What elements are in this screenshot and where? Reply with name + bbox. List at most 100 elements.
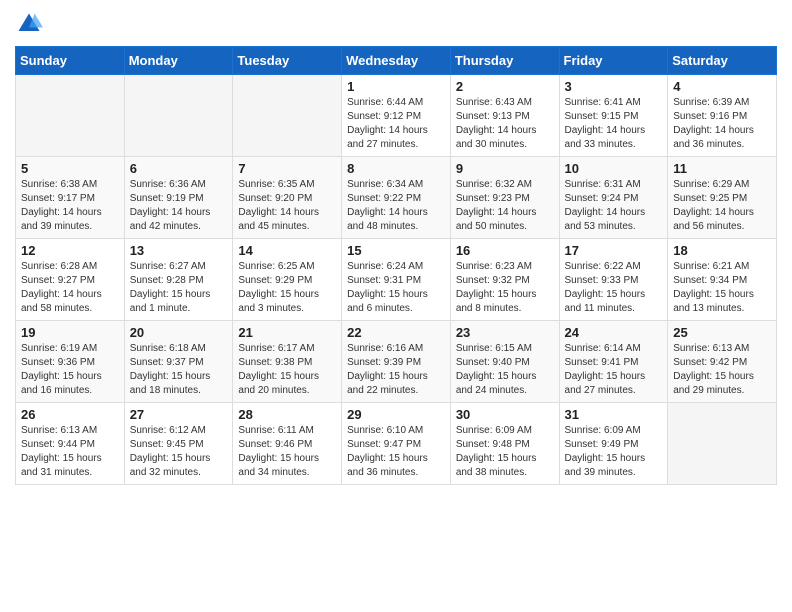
day-info: Sunrise: 6:39 AM Sunset: 9:16 PM Dayligh… xyxy=(673,96,771,152)
calendar-cell: 31 Sunrise: 6:09 AM Sunset: 9:49 PM Dayli… xyxy=(559,403,668,485)
day-number: 12 xyxy=(21,243,119,258)
day-info: Sunrise: 6:41 AM Sunset: 9:15 PM Dayligh… xyxy=(565,96,663,152)
day-number: 6 xyxy=(130,161,228,176)
day-info: Sunrise: 6:14 AM Sunset: 9:41 PM Dayligh… xyxy=(565,342,663,398)
day-info: Sunrise: 6:32 AM Sunset: 9:23 PM Dayligh… xyxy=(456,178,554,234)
day-number: 25 xyxy=(673,325,771,340)
calendar-cell: 28 Sunrise: 6:11 AM Sunset: 9:46 PM Dayli… xyxy=(233,403,342,485)
day-info: Sunrise: 6:13 AM Sunset: 9:42 PM Dayligh… xyxy=(673,342,771,398)
day-info: Sunrise: 6:18 AM Sunset: 9:37 PM Dayligh… xyxy=(130,342,228,398)
day-number: 3 xyxy=(565,79,663,94)
day-number: 27 xyxy=(130,407,228,422)
calendar-cell: 22 Sunrise: 6:16 AM Sunset: 9:39 PM Dayli… xyxy=(342,321,451,403)
day-number: 28 xyxy=(238,407,336,422)
page-header xyxy=(15,10,777,38)
day-number: 29 xyxy=(347,407,445,422)
day-info: Sunrise: 6:34 AM Sunset: 9:22 PM Dayligh… xyxy=(347,178,445,234)
calendar-cell: 7 Sunrise: 6:35 AM Sunset: 9:20 PM Daylig… xyxy=(233,157,342,239)
day-info: Sunrise: 6:25 AM Sunset: 9:29 PM Dayligh… xyxy=(238,260,336,316)
weekday-header: Sunday xyxy=(16,47,125,75)
calendar-cell: 24 Sunrise: 6:14 AM Sunset: 9:41 PM Dayli… xyxy=(559,321,668,403)
day-info: Sunrise: 6:23 AM Sunset: 9:32 PM Dayligh… xyxy=(456,260,554,316)
day-info: Sunrise: 6:16 AM Sunset: 9:39 PM Dayligh… xyxy=(347,342,445,398)
calendar-cell: 29 Sunrise: 6:10 AM Sunset: 9:47 PM Dayli… xyxy=(342,403,451,485)
day-number: 17 xyxy=(565,243,663,258)
day-info: Sunrise: 6:22 AM Sunset: 9:33 PM Dayligh… xyxy=(565,260,663,316)
day-info: Sunrise: 6:12 AM Sunset: 9:45 PM Dayligh… xyxy=(130,424,228,480)
day-number: 8 xyxy=(347,161,445,176)
day-number: 19 xyxy=(21,325,119,340)
calendar-cell xyxy=(124,75,233,157)
calendar-table: SundayMondayTuesdayWednesdayThursdayFrid… xyxy=(15,46,777,485)
day-number: 7 xyxy=(238,161,336,176)
calendar-week-row: 12 Sunrise: 6:28 AM Sunset: 9:27 PM Dayli… xyxy=(16,239,777,321)
calendar-cell: 10 Sunrise: 6:31 AM Sunset: 9:24 PM Dayli… xyxy=(559,157,668,239)
calendar-cell xyxy=(668,403,777,485)
calendar-cell xyxy=(16,75,125,157)
day-number: 10 xyxy=(565,161,663,176)
calendar-cell xyxy=(233,75,342,157)
day-info: Sunrise: 6:43 AM Sunset: 9:13 PM Dayligh… xyxy=(456,96,554,152)
day-info: Sunrise: 6:27 AM Sunset: 9:28 PM Dayligh… xyxy=(130,260,228,316)
weekday-header: Thursday xyxy=(450,47,559,75)
calendar-cell: 12 Sunrise: 6:28 AM Sunset: 9:27 PM Dayli… xyxy=(16,239,125,321)
day-info: Sunrise: 6:44 AM Sunset: 9:12 PM Dayligh… xyxy=(347,96,445,152)
day-info: Sunrise: 6:35 AM Sunset: 9:20 PM Dayligh… xyxy=(238,178,336,234)
calendar-cell: 30Sunrise: 6:09 AM Sunset: 9:48 PM Dayli… xyxy=(450,403,559,485)
calendar-cell: 23 Sunrise: 6:15 AM Sunset: 9:40 PM Dayli… xyxy=(450,321,559,403)
day-number: 11 xyxy=(673,161,771,176)
day-info: Sunrise: 6:36 AM Sunset: 9:19 PM Dayligh… xyxy=(130,178,228,234)
day-number: 24 xyxy=(565,325,663,340)
day-info: Sunrise: 6:15 AM Sunset: 9:40 PM Dayligh… xyxy=(456,342,554,398)
calendar-cell: 26Sunrise: 6:13 AM Sunset: 9:44 PM Dayli… xyxy=(16,403,125,485)
day-info: Sunrise: 6:21 AM Sunset: 9:34 PM Dayligh… xyxy=(673,260,771,316)
calendar-cell: 5Sunrise: 6:38 AM Sunset: 9:17 PM Daylig… xyxy=(16,157,125,239)
calendar-cell: 15 Sunrise: 6:24 AM Sunset: 9:31 PM Dayli… xyxy=(342,239,451,321)
calendar-cell: 9 Sunrise: 6:32 AM Sunset: 9:23 PM Daylig… xyxy=(450,157,559,239)
weekday-header: Monday xyxy=(124,47,233,75)
day-number: 23 xyxy=(456,325,554,340)
day-info: Sunrise: 6:29 AM Sunset: 9:25 PM Dayligh… xyxy=(673,178,771,234)
calendar-week-row: 1 Sunrise: 6:44 AM Sunset: 9:12 PM Daylig… xyxy=(16,75,777,157)
calendar-cell: 2Sunrise: 6:43 AM Sunset: 9:13 PM Daylig… xyxy=(450,75,559,157)
calendar-cell: 1 Sunrise: 6:44 AM Sunset: 9:12 PM Daylig… xyxy=(342,75,451,157)
calendar-cell: 13 Sunrise: 6:27 AM Sunset: 9:28 PM Dayli… xyxy=(124,239,233,321)
calendar-cell: 3 Sunrise: 6:41 AM Sunset: 9:15 PM Daylig… xyxy=(559,75,668,157)
calendar-cell: 4 Sunrise: 6:39 AM Sunset: 9:16 PM Daylig… xyxy=(668,75,777,157)
day-number: 15 xyxy=(347,243,445,258)
calendar-cell: 18 Sunrise: 6:21 AM Sunset: 9:34 PM Dayli… xyxy=(668,239,777,321)
day-info: Sunrise: 6:10 AM Sunset: 9:47 PM Dayligh… xyxy=(347,424,445,480)
day-number: 30 xyxy=(456,407,554,422)
day-info: Sunrise: 6:13 AM Sunset: 9:44 PM Dayligh… xyxy=(21,424,119,480)
calendar-week-row: 26Sunrise: 6:13 AM Sunset: 9:44 PM Dayli… xyxy=(16,403,777,485)
day-number: 31 xyxy=(565,407,663,422)
day-info: Sunrise: 6:31 AM Sunset: 9:24 PM Dayligh… xyxy=(565,178,663,234)
calendar-cell: 14 Sunrise: 6:25 AM Sunset: 9:29 PM Dayli… xyxy=(233,239,342,321)
calendar-week-row: 19 Sunrise: 6:19 AM Sunset: 9:36 PM Dayli… xyxy=(16,321,777,403)
weekday-header: Friday xyxy=(559,47,668,75)
day-number: 9 xyxy=(456,161,554,176)
day-info: Sunrise: 6:11 AM Sunset: 9:46 PM Dayligh… xyxy=(238,424,336,480)
day-number: 18 xyxy=(673,243,771,258)
day-number: 20 xyxy=(130,325,228,340)
day-number: 1 xyxy=(347,79,445,94)
calendar-cell: 11 Sunrise: 6:29 AM Sunset: 9:25 PM Dayli… xyxy=(668,157,777,239)
day-info: Sunrise: 6:24 AM Sunset: 9:31 PM Dayligh… xyxy=(347,260,445,316)
weekday-header: Saturday xyxy=(668,47,777,75)
day-number: 16 xyxy=(456,243,554,258)
calendar-cell: 25 Sunrise: 6:13 AM Sunset: 9:42 PM Dayli… xyxy=(668,321,777,403)
calendar-cell: 16 Sunrise: 6:23 AM Sunset: 9:32 PM Dayli… xyxy=(450,239,559,321)
day-info: Sunrise: 6:17 AM Sunset: 9:38 PM Dayligh… xyxy=(238,342,336,398)
weekday-header: Tuesday xyxy=(233,47,342,75)
day-number: 13 xyxy=(130,243,228,258)
day-number: 22 xyxy=(347,325,445,340)
day-info: Sunrise: 6:38 AM Sunset: 9:17 PM Dayligh… xyxy=(21,178,119,234)
day-info: Sunrise: 6:28 AM Sunset: 9:27 PM Dayligh… xyxy=(21,260,119,316)
calendar-header-row: SundayMondayTuesdayWednesdayThursdayFrid… xyxy=(16,47,777,75)
day-number: 14 xyxy=(238,243,336,258)
day-info: Sunrise: 6:09 AM Sunset: 9:49 PM Dayligh… xyxy=(565,424,663,480)
day-info: Sunrise: 6:19 AM Sunset: 9:36 PM Dayligh… xyxy=(21,342,119,398)
day-number: 4 xyxy=(673,79,771,94)
calendar-cell: 6 Sunrise: 6:36 AM Sunset: 9:19 PM Daylig… xyxy=(124,157,233,239)
calendar-cell: 17 Sunrise: 6:22 AM Sunset: 9:33 PM Dayli… xyxy=(559,239,668,321)
